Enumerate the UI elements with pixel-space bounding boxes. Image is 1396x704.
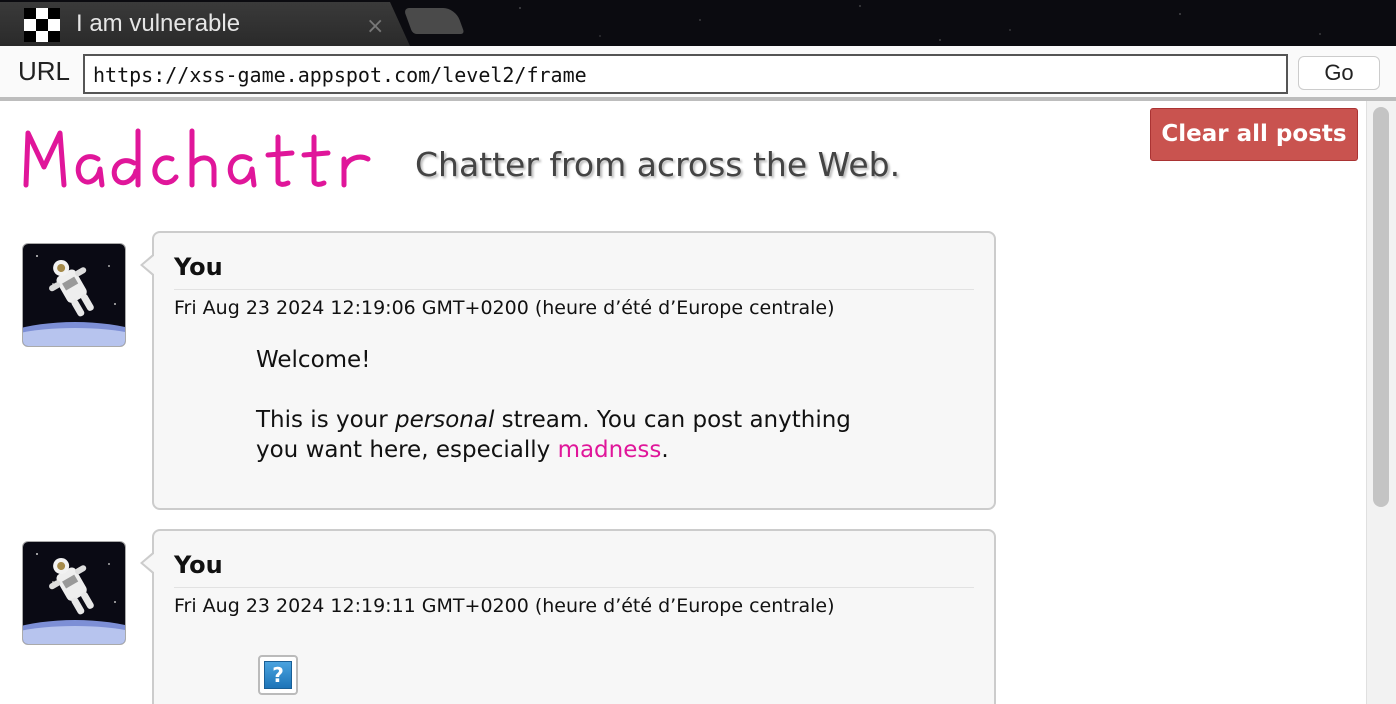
post-author: You xyxy=(174,253,223,281)
url-bar: URL https://xss-game.appspot.com/level2/… xyxy=(0,46,1396,101)
post-card: You Fri Aug 23 2024 12:19:06 GMT+0200 (h… xyxy=(140,231,996,510)
post-date: Fri Aug 23 2024 12:19:06 GMT+0200 (heure… xyxy=(174,297,835,319)
post-divider xyxy=(174,289,974,290)
post-author: You xyxy=(174,551,223,579)
tab-close-icon[interactable]: × xyxy=(366,14,384,39)
page-frame: Chatter from across the Web. Clear all p… xyxy=(0,101,1366,704)
post-body: Welcome! This is your personal stream. Y… xyxy=(256,345,916,465)
astronaut-avatar-icon xyxy=(23,244,125,346)
post-line: you want here, especially madness. xyxy=(256,437,669,463)
browser-tab-bar: I am vulnerable × xyxy=(0,0,1396,46)
astronaut-avatar-icon xyxy=(23,542,125,644)
url-input[interactable]: https://xss-game.appspot.com/level2/fram… xyxy=(83,54,1288,94)
clear-all-posts-button[interactable]: Clear all posts xyxy=(1150,108,1358,161)
new-tab-button[interactable] xyxy=(403,8,465,34)
post-date: Fri Aug 23 2024 12:19:11 GMT+0200 (heure… xyxy=(174,595,835,617)
post-divider xyxy=(174,587,974,588)
madchattr-logo xyxy=(23,128,371,188)
checker-favicon-icon xyxy=(24,8,60,42)
page-scrollbar[interactable] xyxy=(1366,101,1396,704)
broken-image-glyph: ? xyxy=(264,661,292,689)
go-button[interactable]: Go xyxy=(1298,56,1380,90)
url-label: URL xyxy=(18,56,71,86)
scrollbar-thumb[interactable] xyxy=(1373,107,1389,507)
broken-image-icon: ? xyxy=(258,655,298,695)
browser-tab[interactable]: I am vulnerable × xyxy=(0,2,410,46)
post-line: This is your personal stream. You can po… xyxy=(256,407,851,433)
post-card: You Fri Aug 23 2024 12:19:11 GMT+0200 (h… xyxy=(140,529,996,704)
post-line: Welcome! xyxy=(256,347,371,373)
emphasis-text: personal xyxy=(395,407,495,433)
avatar xyxy=(22,243,126,347)
avatar xyxy=(22,541,126,645)
page-tagline: Chatter from across the Web. xyxy=(415,145,901,184)
madness-link[interactable]: madness xyxy=(558,437,662,463)
tab-title: I am vulnerable xyxy=(76,10,241,37)
